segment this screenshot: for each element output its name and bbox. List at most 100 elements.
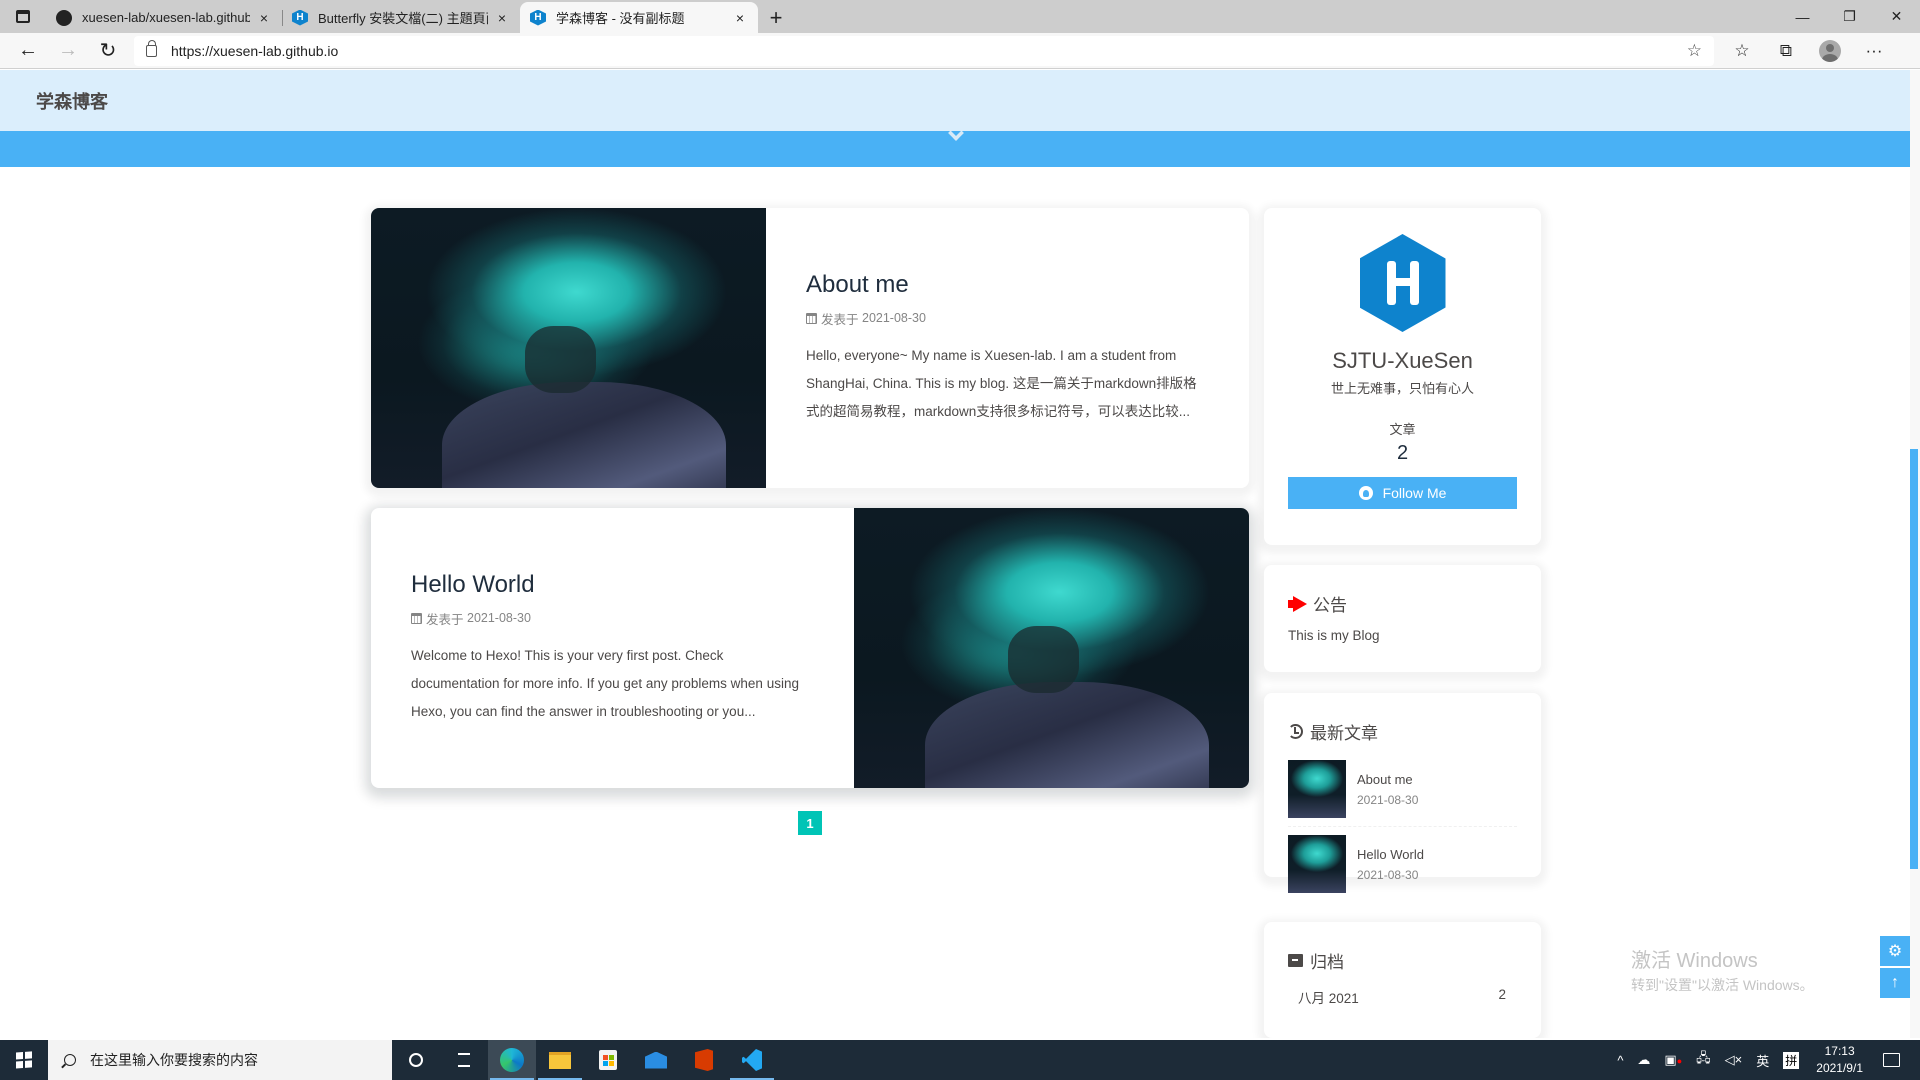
volume-muted-icon[interactable]: ◁×	[1725, 1052, 1743, 1068]
windows-activation-watermark: 激活 Windows 转到"设置"以激活 Windows。	[1631, 944, 1814, 995]
network-icon[interactable]: 🖧	[1696, 1049, 1711, 1071]
tab-close-button[interactable]: ×	[256, 10, 272, 26]
post-excerpt: Welcome to Hexo! This is your very first…	[411, 647, 799, 719]
settings-button[interactable]: ⚙	[1880, 936, 1910, 966]
recent-post-date: 2021-08-30	[1357, 867, 1419, 882]
author-avatar	[1359, 234, 1446, 332]
recent-post-thumbnail[interactable]	[1288, 760, 1346, 818]
post-date-label: 发表于	[821, 312, 859, 327]
taskbar-file-explorer[interactable]	[536, 1040, 584, 1080]
taskbar-mail[interactable]	[632, 1040, 680, 1080]
ime-mode-indicator[interactable]: 拼	[1783, 1051, 1800, 1069]
windows-logo-icon	[16, 1051, 32, 1069]
restore-button[interactable]: ❐	[1826, 0, 1873, 33]
recent-post-item[interactable]: About me 2021-08-30	[1288, 752, 1517, 826]
announcement-card: 公告 This is my Blog	[1264, 565, 1541, 672]
start-button[interactable]	[0, 1040, 48, 1080]
recent-post-item[interactable]: Hello World 2021-08-30	[1288, 826, 1517, 901]
post-cover-image[interactable]	[854, 508, 1249, 788]
archive-month: 八月 2021	[1298, 991, 1359, 1006]
taskbar-vscode[interactable]	[728, 1040, 776, 1080]
system-tray: ^ ☁ ▣● 🖧 ◁× 英 拼 17:13 2021/9/1	[1610, 1040, 1920, 1080]
page-scrollbar[interactable]	[1910, 70, 1920, 1038]
forward-button[interactable]: →	[48, 35, 88, 67]
profile-button[interactable]	[1808, 35, 1852, 67]
show-hidden-icons-chevron-icon[interactable]: ^	[1617, 1053, 1623, 1068]
refresh-button[interactable]: ↻	[88, 35, 128, 67]
folder-icon	[549, 1051, 571, 1069]
action-center-icon[interactable]	[1883, 1053, 1900, 1067]
tab-close-button[interactable]: ×	[732, 10, 748, 26]
search-placeholder: 在这里输入你要搜索的内容	[90, 1052, 258, 1068]
tab-butterfly-docs[interactable]: H Butterfly 安裝文檔(二) 主題頁面 ×	[282, 2, 520, 33]
address-bar[interactable]: https://xuesen-lab.github.io ☆	[134, 35, 1714, 66]
post-title[interactable]: About me	[806, 271, 1209, 299]
url-text[interactable]: https://xuesen-lab.github.io	[171, 43, 1687, 59]
archive-count: 2	[1498, 987, 1506, 1002]
browser-tab-strip: xuesen-lab/xuesen-lab.github.io × H Butt…	[0, 0, 1920, 33]
onedrive-icon[interactable]: ☁	[1637, 1052, 1650, 1068]
back-button[interactable]: ←	[8, 35, 48, 67]
browser-toolbar: ← → ↻ https://xuesen-lab.github.io ☆ ☆ ⧉…	[0, 33, 1920, 69]
archive-item[interactable]: 八月 2021 2	[1264, 973, 1541, 1007]
close-window-button[interactable]: ✕	[1873, 0, 1920, 33]
add-favorite-icon[interactable]: ☆	[1687, 41, 1702, 61]
taskbar-clock[interactable]: 17:13 2021/9/1	[1816, 1043, 1863, 1077]
site-navbar: 学森博客	[0, 70, 1910, 131]
recent-post-title[interactable]: About me	[1357, 772, 1418, 787]
collections-button[interactable]: ⧉	[1764, 35, 1808, 67]
taskbar-edge[interactable]	[488, 1040, 536, 1080]
taskbar-office[interactable]	[680, 1040, 728, 1080]
archive-icon	[1288, 954, 1303, 967]
github-icon	[1358, 486, 1373, 500]
back-to-top-button[interactable]: ↑	[1880, 968, 1910, 998]
recent-post-title[interactable]: Hello World	[1357, 847, 1424, 862]
recent-posts-card: 最新文章 About me 2021-08-30 Hello World 202…	[1264, 693, 1541, 893]
avatar-icon	[1819, 39, 1841, 62]
article-count-label[interactable]: 文章	[1389, 419, 1415, 438]
vscode-icon	[742, 1049, 762, 1071]
favorites-button[interactable]: ☆	[1720, 35, 1764, 67]
bullhorn-icon	[1288, 596, 1308, 612]
announcement-text: This is my Blog	[1288, 628, 1380, 643]
card-heading: 归档	[1264, 922, 1541, 973]
more-menu-button[interactable]: ···	[1852, 35, 1896, 67]
history-icon	[1288, 724, 1303, 739]
taskbar-search-input[interactable]: 在这里输入你要搜索的内容	[48, 1040, 392, 1080]
tab-xuesen-blog[interactable]: H 学森博客 - 没有副标题 ×	[520, 2, 758, 33]
task-view-icon	[458, 1053, 470, 1067]
new-tab-button[interactable]: +	[758, 2, 794, 33]
card-heading: 最新文章	[1264, 693, 1541, 752]
post-cover-image[interactable]	[371, 208, 766, 488]
lock-icon	[146, 39, 157, 57]
archive-title: 归档	[1310, 953, 1344, 972]
office-icon	[695, 1049, 713, 1071]
minimize-button[interactable]: —	[1779, 0, 1826, 33]
taskbar-store[interactable]	[584, 1040, 632, 1080]
github-icon	[56, 9, 72, 26]
clock-time: 17:13	[1824, 1044, 1855, 1058]
scrollbar-thumb[interactable]	[1910, 449, 1918, 869]
archive-card: 归档 八月 2021 2	[1264, 922, 1541, 1038]
windows-taskbar: 在这里输入你要搜索的内容 ^ ☁ ▣● 🖧 ◁× 英 拼 17:13 2021/…	[0, 1040, 1920, 1080]
site-title[interactable]: 学森博客	[36, 88, 108, 114]
recent-post-thumbnail[interactable]	[1288, 835, 1346, 893]
window-controls: — ❐ ✕	[1779, 0, 1920, 33]
tab-close-button[interactable]: ×	[494, 10, 510, 26]
author-card: SJTU-XueSen 世上无难事，只怕有心人 文章 2 Follow Me	[1264, 208, 1541, 545]
security-alert-icon[interactable]: ▣●	[1664, 1052, 1682, 1068]
article-count[interactable]: 2	[1397, 442, 1408, 465]
post-info: About me 发表于 2021-08-30 Hello, everyone~…	[766, 208, 1249, 488]
card-heading: 公告	[1264, 565, 1541, 616]
tab-github[interactable]: xuesen-lab/xuesen-lab.github.io ×	[46, 2, 282, 33]
pagination-page-current[interactable]: 1	[798, 811, 822, 835]
mail-icon	[645, 1051, 667, 1069]
follow-label: Follow Me	[1382, 485, 1447, 501]
watermark-line1: 激活 Windows	[1631, 950, 1758, 972]
follow-me-button[interactable]: Follow Me	[1288, 477, 1517, 509]
cortana-button[interactable]	[392, 1040, 440, 1080]
tab-actions-menu-button[interactable]	[0, 0, 46, 33]
post-title[interactable]: Hello World	[411, 571, 814, 599]
ime-language-indicator[interactable]: 英	[1756, 1051, 1769, 1070]
task-view-button[interactable]	[440, 1040, 488, 1080]
